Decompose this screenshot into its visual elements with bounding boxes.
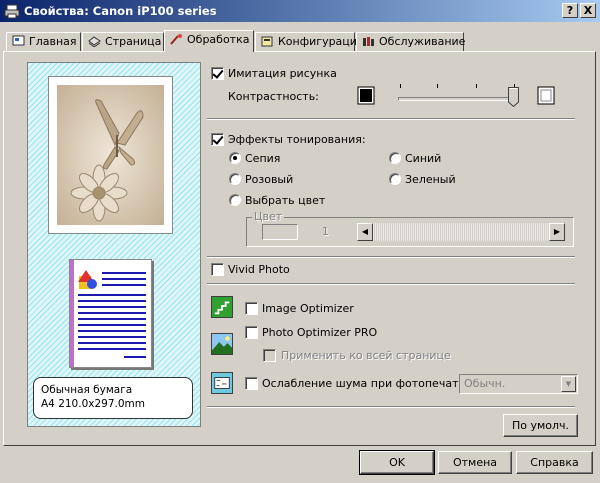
scroll-left-arrow-icon[interactable]: ◀ bbox=[357, 223, 373, 241]
image-optimizer-label[interactable]: Image Optimizer bbox=[262, 302, 354, 315]
blue-radio[interactable] bbox=[389, 152, 401, 164]
separator bbox=[207, 283, 575, 285]
color-group-label: Цвет bbox=[252, 210, 285, 223]
contrast-slider-thumb[interactable] bbox=[508, 87, 519, 107]
tab-profiles-label: Конфигурации bbox=[278, 35, 365, 48]
vivid-photo-checkbox[interactable] bbox=[211, 263, 224, 276]
tab-main[interactable]: Главная bbox=[6, 32, 81, 51]
cancel-button[interactable]: Отмена bbox=[438, 451, 512, 474]
noise-reduction-label[interactable]: Ослабление шума при фотопечати bbox=[262, 377, 466, 390]
photo-preview bbox=[48, 76, 173, 234]
text-line bbox=[78, 300, 146, 302]
help-button[interactable]: Справка bbox=[516, 451, 593, 474]
main-tab-icon bbox=[12, 35, 25, 46]
tab-main-label: Главная bbox=[29, 35, 77, 48]
close-button[interactable]: X bbox=[580, 3, 596, 18]
separator bbox=[207, 256, 575, 258]
text-line bbox=[78, 318, 146, 320]
profiles-tab-icon bbox=[261, 36, 273, 47]
page-margin-bar bbox=[70, 260, 74, 367]
text-line bbox=[78, 330, 146, 332]
maintenance-tab-icon bbox=[363, 37, 374, 46]
contrast-slider-track[interactable] bbox=[398, 97, 518, 101]
contrast-high-icon bbox=[537, 86, 555, 105]
noise-reduction-icon bbox=[211, 372, 233, 394]
separator bbox=[207, 118, 575, 120]
text-line bbox=[78, 342, 146, 344]
butterfly-flower-image bbox=[57, 85, 164, 225]
simulate-illustration-checkbox[interactable] bbox=[211, 67, 224, 80]
ok-button[interactable]: OK bbox=[359, 450, 435, 475]
properties-window: Свойства: Canon iP100 series ? X Главная… bbox=[0, 0, 600, 483]
contrast-low-icon bbox=[357, 86, 375, 105]
noise-reduction-checkbox[interactable] bbox=[245, 377, 258, 390]
toning-effects-checkbox[interactable] bbox=[211, 133, 224, 146]
tab-strip: Главная Страница Обработка Конфигурации … bbox=[0, 30, 600, 52]
text-line bbox=[78, 306, 146, 308]
chevron-down-icon[interactable]: ▼ bbox=[561, 376, 576, 392]
pink-radio[interactable] bbox=[229, 173, 241, 185]
tab-effects-label: Обработка bbox=[187, 33, 250, 46]
slider-tick bbox=[437, 84, 438, 88]
tab-effects[interactable]: Обработка bbox=[164, 30, 254, 52]
text-line bbox=[124, 356, 146, 358]
text-line bbox=[102, 272, 146, 274]
paper-type: Обычная бумага bbox=[41, 384, 133, 396]
text-line bbox=[78, 336, 146, 338]
window-title: Свойства: Canon iP100 series bbox=[24, 4, 217, 18]
printer-icon bbox=[4, 4, 20, 19]
slider-tick bbox=[476, 84, 477, 88]
tab-page-setup[interactable]: Страница bbox=[82, 32, 164, 51]
color-scrollbar[interactable]: ◀ ▶ bbox=[357, 223, 565, 241]
pink-label[interactable]: Розовый bbox=[245, 173, 293, 186]
text-line bbox=[102, 278, 146, 280]
photo-optimizer-label[interactable]: Photo Optimizer PRO bbox=[262, 326, 377, 339]
text-line bbox=[102, 284, 146, 286]
color-swatch bbox=[262, 224, 298, 240]
sepia-label[interactable]: Сепия bbox=[245, 152, 280, 165]
slider-tick bbox=[400, 84, 401, 88]
image-optimizer-checkbox[interactable] bbox=[245, 302, 258, 315]
apply-all-page-checkbox[interactable] bbox=[263, 349, 276, 362]
noise-level-value: Обычн. bbox=[464, 377, 506, 390]
tab-maintenance-label: Обслуживание bbox=[379, 35, 466, 48]
green-radio[interactable] bbox=[389, 173, 401, 185]
tab-profiles[interactable]: Конфигурации bbox=[255, 32, 364, 51]
tab-page-setup-label: Страница bbox=[105, 35, 162, 48]
text-line bbox=[78, 348, 146, 350]
text-line bbox=[78, 294, 146, 296]
shapes-icon bbox=[78, 270, 97, 289]
photo-optimizer-checkbox[interactable] bbox=[245, 326, 258, 339]
page-layout-preview bbox=[69, 259, 152, 368]
sepia-radio[interactable] bbox=[229, 152, 241, 164]
tab-maintenance[interactable]: Обслуживание bbox=[356, 32, 466, 51]
contrast-label: Контрастность: bbox=[228, 90, 319, 103]
choose-color-label[interactable]: Выбрать цвет bbox=[245, 194, 325, 207]
apply-all-page-label: Применить ко всей странице bbox=[281, 349, 451, 362]
effects-tab-icon bbox=[170, 34, 182, 45]
choose-color-radio[interactable] bbox=[229, 194, 241, 206]
simulate-illustration-label[interactable]: Имитация рисунка bbox=[228, 67, 337, 80]
toning-effects-label[interactable]: Эффекты тонирования: bbox=[228, 133, 366, 146]
color-value: 1 bbox=[322, 225, 329, 238]
text-line bbox=[78, 312, 146, 314]
separator bbox=[207, 406, 575, 408]
photo-optimizer-icon bbox=[211, 333, 233, 355]
paper-info-box: Обычная бумага A4 210.0x297.0mm bbox=[33, 377, 193, 419]
title-bar[interactable]: Свойства: Canon iP100 series ? X bbox=[0, 0, 600, 22]
text-line bbox=[78, 324, 146, 326]
help-title-button[interactable]: ? bbox=[562, 3, 578, 18]
scroll-right-arrow-icon[interactable]: ▶ bbox=[549, 223, 565, 241]
paper-size: A4 210.0x297.0mm bbox=[41, 398, 145, 410]
image-optimizer-icon bbox=[211, 296, 233, 318]
green-label[interactable]: Зеленый bbox=[405, 173, 456, 186]
page-setup-tab-icon bbox=[88, 36, 101, 47]
noise-level-combobox[interactable]: Обычн. ▼ bbox=[459, 374, 578, 394]
vivid-photo-label[interactable]: Vivid Photo bbox=[228, 263, 290, 276]
blue-label[interactable]: Синий bbox=[405, 152, 441, 165]
defaults-button[interactable]: По умолч. bbox=[503, 414, 578, 437]
preview-area: Обычная бумага A4 210.0x297.0mm bbox=[27, 62, 201, 427]
